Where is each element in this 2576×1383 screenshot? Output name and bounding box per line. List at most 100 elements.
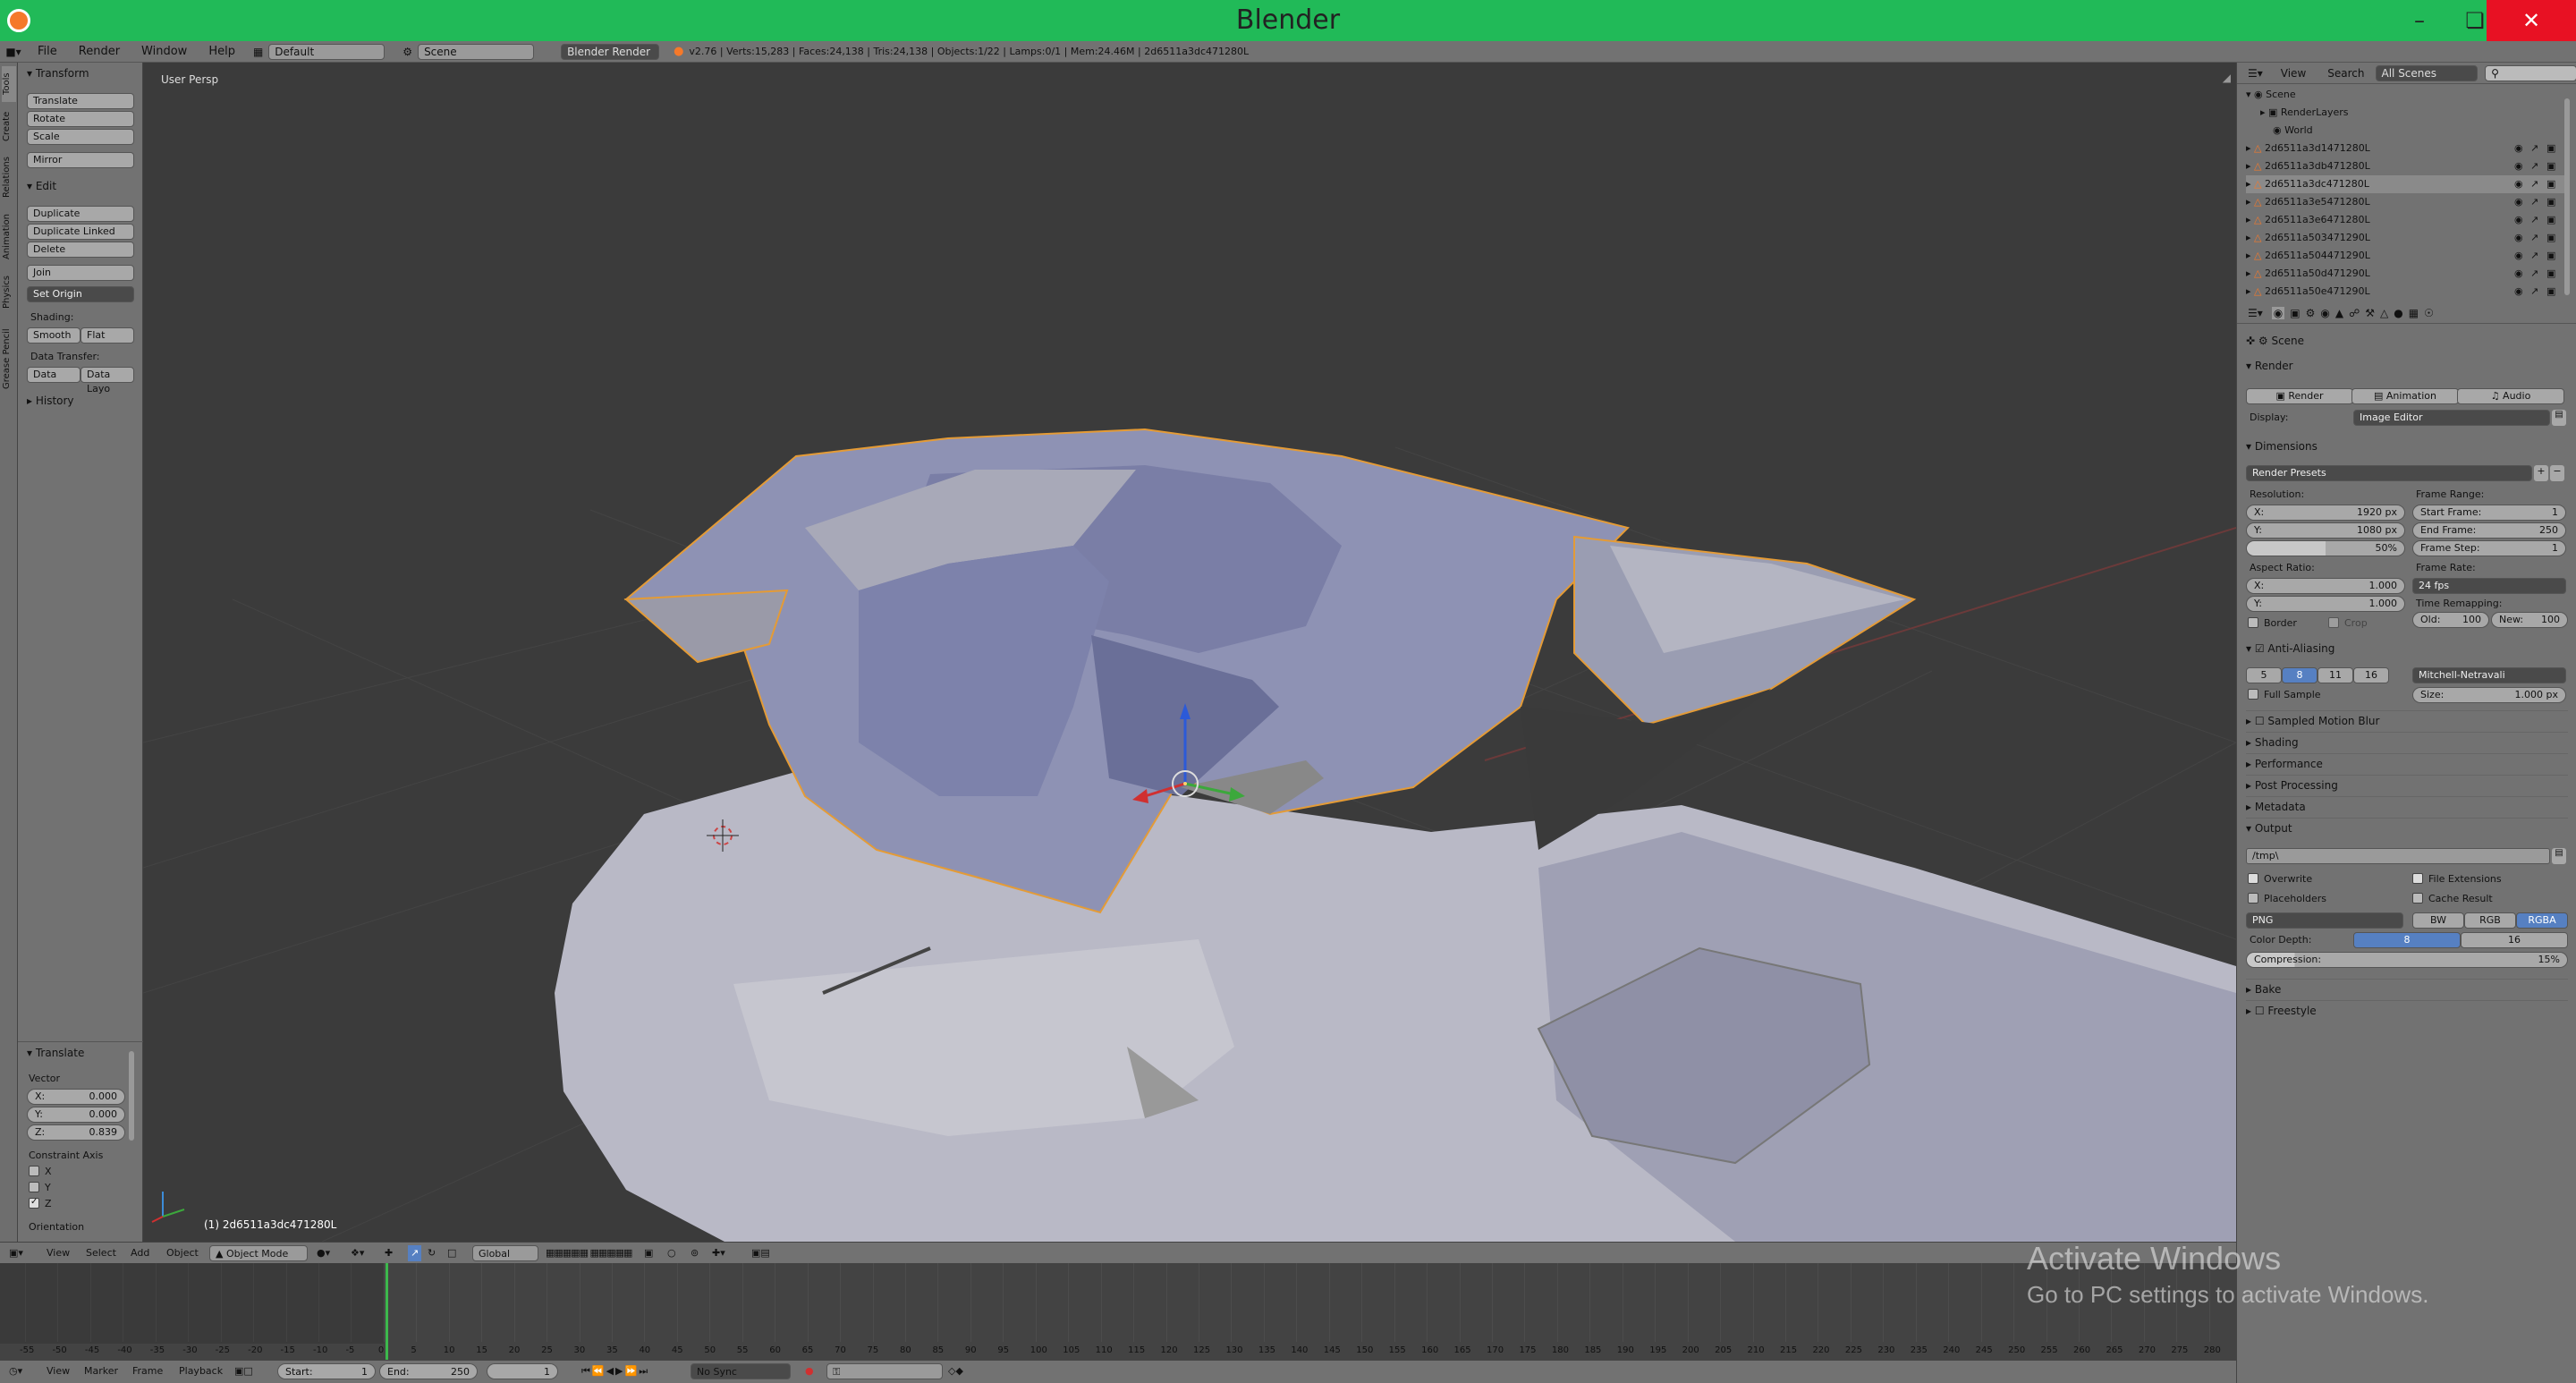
output-section-header[interactable]: ▾ Output [2246,818,2568,837]
aa-samples-11[interactable]: 11 [2318,667,2353,683]
mode-select[interactable]: ▲ Object Mode [209,1245,308,1261]
freestyle-section-header[interactable]: ▸ ☐ Freestyle [2246,1000,2568,1020]
render-visibility-icon[interactable]: ▣ [2546,229,2555,247]
current-frame-line[interactable] [386,1263,388,1360]
outliner-object-row[interactable]: ▸ △ 2d6511a3e6471280L ◉ ↗ ▣ [2246,211,2568,229]
animation-button[interactable]: ▤ Animation [2351,388,2459,404]
visibility-eye-icon[interactable]: ◉ [2514,175,2523,193]
expand-icon[interactable]: ▸ [2246,232,2254,243]
delete-button[interactable]: Delete [27,242,134,258]
viewport-corner-icon[interactable]: ◢ [2223,72,2231,84]
set-origin-select[interactable]: Set Origin [27,286,134,302]
render-tab-icon[interactable]: ◉ [2271,306,2285,319]
render-visibility-icon[interactable]: ▣ [2546,283,2555,301]
overwrite-checkbox[interactable] [2248,873,2258,884]
outliner-object-row[interactable]: ▸ △ 2d6511a50d471290L ◉ ↗ ▣ [2246,265,2568,283]
mirror-button[interactable]: Mirror [27,152,134,168]
3d-object-menu[interactable]: Object [166,1245,199,1261]
depth-8-button[interactable]: 8 [2353,932,2461,948]
snap-element-icon[interactable]: ✚▾ [712,1245,725,1261]
rotate-button[interactable]: Rotate [27,111,134,127]
duplicate-linked-button[interactable]: Duplicate Linked [27,224,134,240]
file-format-select[interactable]: PNG [2246,912,2403,929]
aa-samples-5[interactable]: 5 [2246,667,2282,683]
close-icon[interactable]: ✕ [2487,0,2576,41]
edit-panel-title[interactable]: ▾ Edit [18,177,56,195]
outliner-search-input[interactable]: ⚲ [2485,64,2576,81]
tab-create[interactable]: Create [2,106,16,147]
sync-mode-select[interactable]: No Sync [691,1363,791,1379]
bake-section-header[interactable]: ▸ Bake [2246,979,2568,998]
aspect-y-field[interactable]: Y: 1.000 [2246,596,2405,612]
editor-type-icon[interactable]: ■▾ [0,46,27,58]
outliner-view-menu[interactable]: View [2270,63,2317,84]
audio-button[interactable]: ♫ Audio [2457,388,2564,404]
menu-file[interactable]: File [27,41,68,63]
shading-section-header[interactable]: ▸ Shading [2246,732,2568,751]
aa-samples-16[interactable]: 16 [2353,667,2389,683]
selectability-icon[interactable]: ↗ [2530,229,2538,247]
texture-tab-icon[interactable]: ▦ [2409,307,2419,319]
visibility-eye-icon[interactable]: ◉ [2514,211,2523,229]
vector-z-field[interactable]: Z: 0.839 [27,1124,125,1141]
screen-layout-field[interactable]: Default [268,43,386,60]
frame-rate-select[interactable]: 24 fps [2412,578,2566,594]
scale-button[interactable]: Scale [27,129,134,145]
properties-type-icon[interactable]: ☰▾ [2248,307,2263,319]
outliner-filter-select[interactable]: All Scenes [2375,64,2479,81]
outliner-world[interactable]: ◉ World [2273,122,2576,140]
keying-set-field[interactable]: ⚿ [826,1363,943,1379]
playback-controls[interactable]: ⏮⏪◀▶⏩⏭ [581,1363,649,1379]
minimize-icon[interactable]: – [2392,0,2447,41]
timeline-start-field[interactable]: Start: 1 [277,1363,376,1379]
metadata-section-header[interactable]: ▸ Metadata [2246,796,2568,816]
snap-icon[interactable]: ⊚ [691,1245,699,1261]
visibility-eye-icon[interactable]: ◉ [2514,283,2523,301]
outliner-scrollbar[interactable] [2564,98,2570,295]
material-tab-icon[interactable]: ● [2394,307,2402,319]
frame-step-field[interactable]: Frame Step: 1 [2412,540,2566,556]
menu-render[interactable]: Render [68,41,131,63]
render-presets-select[interactable]: Render Presets [2246,465,2532,481]
outliner-object-row[interactable]: ▸ △ 2d6511a3db471280L ◉ ↗ ▣ [2246,157,2568,175]
render-visibility-icon[interactable]: ▣ [2546,247,2555,265]
data-tab-icon[interactable]: △ [2380,307,2388,319]
render-visibility-icon[interactable]: ▣ [2546,140,2555,157]
render-engine-select[interactable]: Blender Render [561,43,660,60]
pin-icon[interactable]: ✜ [2246,335,2258,347]
timeline[interactable]: -55 -50 -45 -40 -35 -30 -25 -20 -15 -10 -5 0 5 10 15 20… [0,1263,2236,1360]
transform-orientation-select[interactable]: Global [472,1245,538,1261]
compression-slider[interactable]: Compression: 15% [2246,952,2568,968]
scene-field[interactable]: Scene [418,43,535,60]
display-options-icon[interactable]: ▤ [2552,410,2566,426]
scale-manipulator-icon[interactable]: □ [447,1245,456,1261]
proportional-edit-icon[interactable]: ○ [667,1245,676,1261]
selectability-icon[interactable]: ↗ [2530,140,2538,157]
outliner-scene[interactable]: ▾ ◉ Scene [2246,86,2568,104]
constraint-x-checkbox[interactable] [29,1166,39,1176]
rotate-manipulator-icon[interactable]: ↻ [428,1245,436,1261]
visibility-eye-icon[interactable]: ◉ [2514,247,2523,265]
tab-animation[interactable]: Animation [2,208,16,267]
keyframe-buttons[interactable]: ◇◆ [948,1363,963,1379]
depth-16-button[interactable]: 16 [2461,932,2568,948]
render-visibility-icon[interactable]: ▣ [2546,211,2555,229]
scene-tab-icon[interactable]: ⚙ [2306,307,2316,319]
remap-new-field[interactable]: New: 100 [2491,612,2568,628]
full-sample-checkbox[interactable] [2248,689,2258,700]
expand-icon[interactable]: ▸ [2246,285,2254,297]
outliner-object-row[interactable]: ▸ △ 2d6511a3d1471280L ◉ ↗ ▣ [2246,140,2568,157]
visibility-eye-icon[interactable]: ◉ [2514,193,2523,211]
3d-editor-type-icon[interactable]: ▣▾ [9,1245,23,1261]
translate-button[interactable]: Translate [27,93,134,109]
start-frame-field[interactable]: Start Frame: 1 [2412,505,2566,521]
motion-blur-section-header[interactable]: ▸ ☐ Sampled Motion Blur [2246,710,2568,730]
tab-tools[interactable]: Tools [2,66,16,102]
display-select[interactable]: Image Editor [2353,410,2550,426]
motion-blur-checkbox[interactable]: ☐ [2255,715,2268,727]
timeline-current-frame-field[interactable]: 1 [487,1363,558,1379]
outliner-search-menu[interactable]: Search [2317,63,2375,84]
menu-help[interactable]: Help [198,41,246,63]
expand-icon[interactable]: ▸ [2246,267,2254,279]
aa-enable-checkbox[interactable]: ☑ [2255,642,2268,655]
